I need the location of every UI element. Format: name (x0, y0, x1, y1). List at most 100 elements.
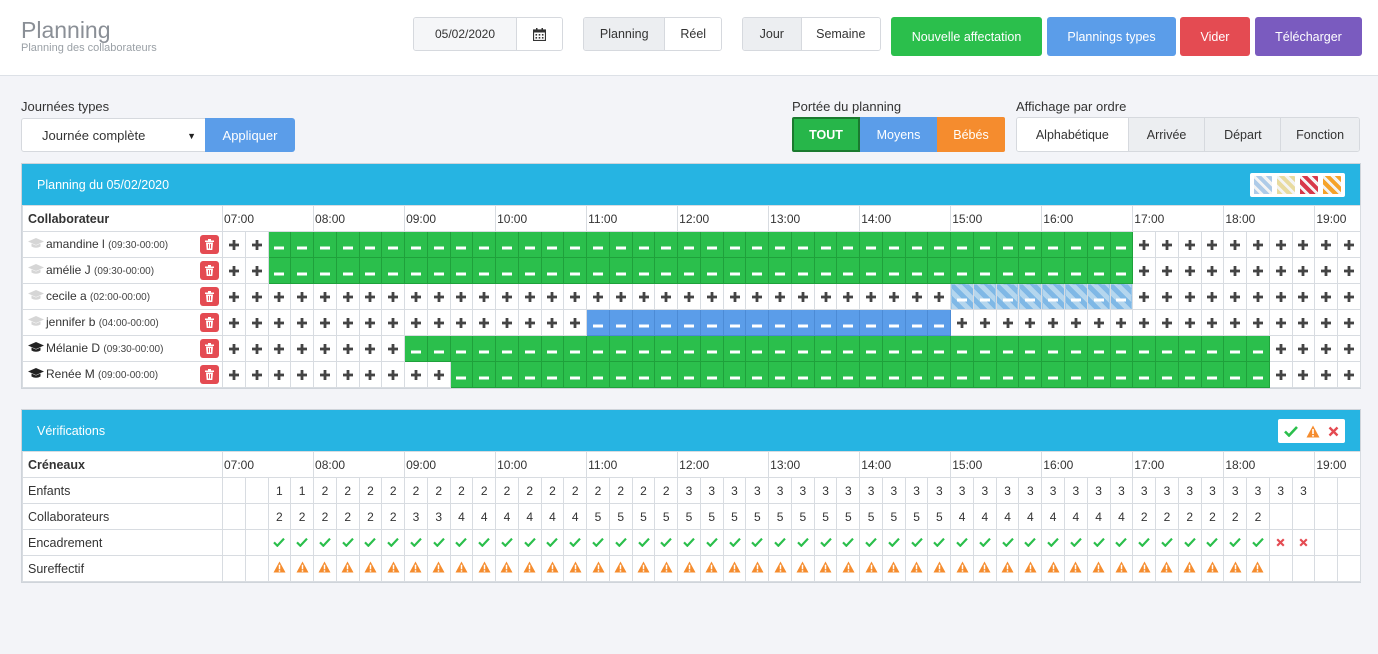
slot-assigned[interactable] (404, 335, 428, 362)
slot-assigned[interactable] (790, 361, 815, 388)
journee-type-select[interactable]: Journée complète ▼ (21, 118, 206, 152)
slot-assigned[interactable] (495, 231, 519, 258)
legend-swatch[interactable] (1323, 176, 1341, 194)
slot-assigned[interactable] (1246, 361, 1270, 388)
slot-empty[interactable] (1155, 257, 1179, 284)
slot-empty[interactable] (1200, 309, 1225, 336)
slot-assigned[interactable] (358, 231, 383, 258)
slot-empty[interactable] (517, 309, 542, 336)
slot-assigned[interactable] (950, 231, 974, 258)
slot-empty[interactable] (1314, 335, 1339, 362)
slot-assigned[interactable] (699, 231, 724, 258)
slot-empty[interactable] (1086, 309, 1111, 336)
slot-empty[interactable] (313, 309, 337, 336)
slot-assigned[interactable] (517, 335, 542, 362)
plannings-types-button[interactable]: Plannings types (1047, 17, 1176, 56)
slot-assigned[interactable] (631, 309, 656, 336)
slot-assigned[interactable] (881, 309, 906, 336)
slot-assigned[interactable] (608, 335, 633, 362)
telecharger-button[interactable]: Télécharger (1255, 17, 1362, 56)
slot-assigned[interactable] (313, 257, 337, 284)
slot-assigned[interactable] (449, 335, 474, 362)
slot-empty[interactable] (1314, 283, 1339, 310)
slot-assigned[interactable] (722, 361, 747, 388)
slot-assigned[interactable] (472, 335, 497, 362)
slot-empty[interactable] (290, 309, 315, 336)
slot-assigned[interactable] (699, 309, 724, 336)
slot-assigned[interactable] (1064, 361, 1088, 388)
slot-empty[interactable] (222, 257, 246, 284)
slot-assigned[interactable] (699, 257, 724, 284)
portee-tab-moyens[interactable]: Moyens (860, 117, 937, 152)
slot-empty[interactable] (244, 231, 269, 258)
calendar-button[interactable] (516, 18, 562, 50)
slot-empty[interactable] (472, 309, 497, 336)
slot-assigned[interactable] (608, 309, 633, 336)
slot-empty[interactable] (1268, 231, 1293, 258)
slot-assigned[interactable] (1018, 231, 1043, 258)
slot-assigned[interactable] (859, 309, 883, 336)
delete-button[interactable] (200, 287, 219, 306)
slot-assigned[interactable] (950, 283, 974, 310)
slot-empty[interactable] (836, 283, 861, 310)
slot-empty[interactable] (1200, 231, 1225, 258)
slot-empty[interactable] (517, 283, 542, 310)
slot-assigned[interactable] (1223, 361, 1248, 388)
slot-assigned[interactable] (472, 257, 497, 284)
slot-empty[interactable] (722, 283, 747, 310)
legend-swatch[interactable] (1300, 176, 1318, 194)
slot-empty[interactable] (1314, 231, 1339, 258)
slot-empty[interactable] (1291, 231, 1316, 258)
slot-assigned[interactable] (654, 231, 679, 258)
slot-empty[interactable] (563, 309, 588, 336)
slot-assigned[interactable] (1155, 361, 1179, 388)
slot-assigned[interactable] (745, 309, 770, 336)
slot-assigned[interactable] (563, 361, 588, 388)
order-tab-arrivee[interactable]: Arrivée (1128, 118, 1206, 151)
slot-empty[interactable] (813, 283, 838, 310)
delete-button[interactable] (200, 235, 219, 254)
slot-assigned[interactable] (358, 257, 383, 284)
slot-assigned[interactable] (950, 257, 974, 284)
slot-empty[interactable] (631, 283, 656, 310)
slot-assigned[interactable] (631, 361, 656, 388)
slot-assigned[interactable] (1223, 335, 1248, 362)
apply-button[interactable]: Appliquer (205, 118, 295, 152)
order-tab-fonction[interactable]: Fonction (1281, 118, 1359, 151)
slot-assigned[interactable] (1018, 335, 1043, 362)
slot-assigned[interactable] (495, 361, 519, 388)
slot-empty[interactable] (972, 309, 997, 336)
slot-assigned[interactable] (472, 231, 497, 258)
slot-empty[interactable] (335, 283, 360, 310)
date-input[interactable] (414, 18, 516, 50)
slot-assigned[interactable] (1109, 283, 1134, 310)
slot-empty[interactable] (244, 361, 269, 388)
slot-assigned[interactable] (426, 335, 451, 362)
slot-empty[interactable] (244, 309, 269, 336)
slot-empty[interactable] (1337, 309, 1361, 336)
slot-empty[interactable] (1132, 257, 1157, 284)
slot-assigned[interactable] (1155, 335, 1179, 362)
slot-assigned[interactable] (768, 361, 792, 388)
order-tab-depart[interactable]: Départ (1205, 118, 1282, 151)
tab-reel[interactable]: Réel (665, 18, 721, 50)
slot-empty[interactable] (449, 283, 474, 310)
slot-assigned[interactable] (631, 335, 656, 362)
slot-assigned[interactable] (1064, 231, 1088, 258)
slot-assigned[interactable] (927, 361, 952, 388)
slot-empty[interactable] (222, 335, 246, 362)
slot-empty[interactable] (540, 283, 565, 310)
slot-empty[interactable] (222, 309, 246, 336)
slot-empty[interactable] (1200, 257, 1225, 284)
slot-assigned[interactable] (790, 335, 815, 362)
slot-empty[interactable] (290, 283, 315, 310)
slot-assigned[interactable] (495, 257, 519, 284)
slot-assigned[interactable] (722, 335, 747, 362)
slot-empty[interactable] (358, 335, 383, 362)
slot-empty[interactable] (1155, 309, 1179, 336)
slot-empty[interactable] (790, 283, 815, 310)
slot-empty[interactable] (1132, 283, 1157, 310)
slot-assigned[interactable] (813, 361, 838, 388)
slot-assigned[interactable] (722, 309, 747, 336)
slot-assigned[interactable] (608, 361, 633, 388)
